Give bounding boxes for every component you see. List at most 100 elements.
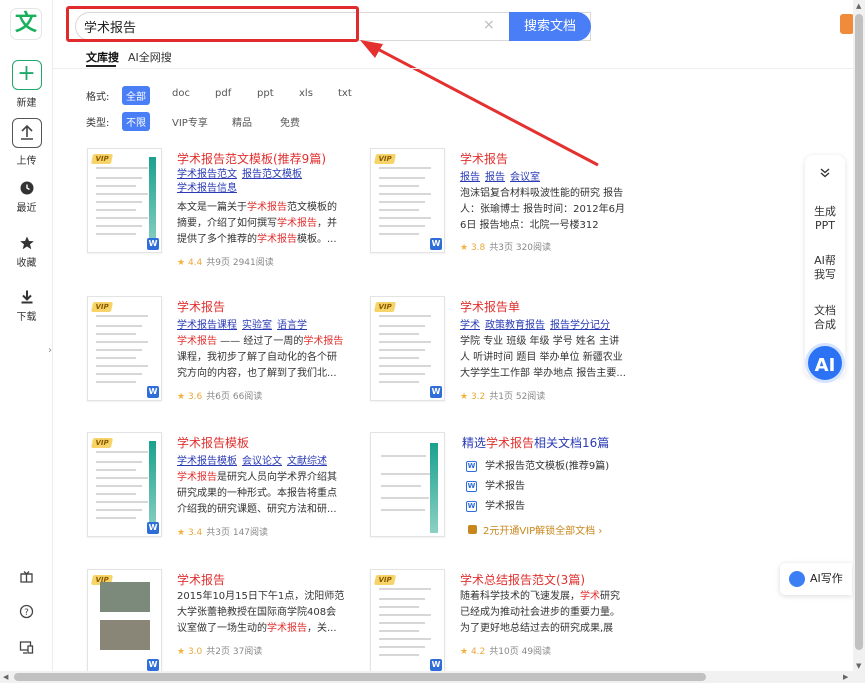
tag-link[interactable]: 报告范文模板 [242, 169, 302, 180]
document-thumbnail[interactable]: VIP W [87, 148, 162, 253]
app-logo[interactable]: 文 [10, 8, 42, 40]
type-option-premium[interactable]: 精品 [232, 114, 252, 129]
format-option-ppt[interactable]: ppt [257, 88, 274, 99]
related-docs-title[interactable]: 精选学术报告相关文档16篇 [462, 434, 609, 451]
tag-link[interactable]: 学术报告模板 [177, 456, 237, 467]
tag-link[interactable]: 会议论文 [242, 456, 282, 467]
vertical-scrollbar-thumb[interactable] [855, 14, 863, 650]
type-option-free[interactable]: 免费 [280, 114, 300, 129]
result-description: 2015年10月15日下午1点，沈阳师范大学张蕾艳教授在国际商学院408会议室做… [177, 591, 345, 634]
scroll-right-icon[interactable]: ▶ [843, 673, 848, 681]
ai-help-write-button[interactable]: AI帮我写 [805, 254, 845, 282]
result-title[interactable]: 学术报告 [177, 571, 225, 588]
tag-link[interactable]: 会议室 [510, 172, 540, 183]
result-meta: ★ 4.4 共9页 2941阅读 [177, 258, 274, 268]
gift-icon[interactable] [19, 569, 34, 584]
document-thumbnail[interactable]: VIP W [87, 432, 162, 537]
document-thumbnail[interactable]: VIP W [370, 296, 445, 401]
result-tags: 学术报告课程 实验室 语言学 [177, 316, 312, 331]
result-tags: 报告 报告 会议室 [460, 168, 545, 183]
vip-badge: VIP [373, 302, 397, 312]
search-button[interactable]: 搜索文档 [509, 12, 591, 41]
ai-assistant-button[interactable]: AI [805, 343, 845, 383]
document-thumbnail[interactable]: VIP W [370, 569, 445, 674]
result-description: 泡沫铝复合材料吸波性能的研究 报告人：张瑜博士 报告时间：2012年6月6日 报… [460, 188, 625, 231]
result-meta: ★ 3.0 共2页 37阅读 [177, 647, 263, 657]
generate-ppt-button[interactable]: 生成PPT [805, 205, 845, 233]
vip-badge: VIP [373, 575, 397, 585]
tag-link[interactable]: 学术报告信息 [177, 183, 237, 194]
rating-star-icon: ★ [460, 392, 471, 402]
tag-link[interactable]: 学术 [460, 320, 480, 331]
tag-link[interactable]: 报告 [485, 172, 505, 183]
result-title[interactable]: 学术报告模板 [177, 434, 249, 451]
type-filter-label: 类型: [86, 118, 110, 129]
result-title[interactable]: 学术报告单 [460, 298, 520, 315]
scroll-down-icon[interactable]: ▼ [856, 662, 861, 670]
horizontal-scrollbar-thumb[interactable] [14, 673, 706, 681]
sidebar: 文 + 新建 上传 最近 收藏 下载 ? [0, 0, 53, 683]
document-thumbnail[interactable]: VIP W [370, 148, 445, 253]
related-doc-item[interactable]: W 学术报告范文模板(推荐9篇) [466, 457, 609, 472]
sidebar-item-recent[interactable]: 最近 [0, 180, 53, 214]
scroll-left-icon[interactable]: ◀ [3, 673, 8, 681]
rating-star-icon: ★ [177, 392, 188, 402]
format-option-doc[interactable]: doc [172, 88, 190, 99]
result-description: 学术报告是研究人员向学术界介绍其研究成果的一种形式。本报告将重点介绍我的研究课题… [177, 472, 337, 515]
tag-link[interactable]: 学术报告范文 [177, 169, 237, 180]
word-doc-icon: W [147, 386, 159, 398]
sidebar-collapse-handle[interactable]: › [48, 345, 58, 369]
tag-link[interactable]: 文献综述 [287, 456, 327, 467]
sidebar-item-favorites[interactable]: 收藏 [0, 235, 53, 269]
clear-icon[interactable]: × [483, 17, 495, 33]
result-meta: ★ 3.4 共3页 147阅读 [177, 528, 269, 538]
tab-ai-web-search[interactable]: AI全网搜 [128, 49, 172, 65]
document-thumbnail[interactable] [370, 432, 445, 537]
tag-link[interactable]: 语言学 [277, 320, 307, 331]
document-merge-button[interactable]: 文档合成 [805, 304, 845, 332]
result-title[interactable]: 学术报告范文模板(推荐9篇) [177, 150, 326, 167]
format-option-txt[interactable]: txt [338, 88, 352, 99]
tag-link[interactable]: 政策教育报告 [485, 320, 545, 331]
result-title[interactable]: 学术报告 [460, 150, 508, 167]
vip-badge: VIP [90, 438, 114, 448]
sidebar-item-label: 下载 [16, 312, 37, 323]
scroll-up-icon[interactable]: ▲ [856, 2, 861, 10]
format-option-pdf[interactable]: pdf [215, 88, 231, 99]
result-title[interactable]: 学术报告 [177, 298, 225, 315]
device-icon[interactable] [19, 640, 34, 655]
collapse-panel-icon[interactable] [805, 168, 845, 182]
type-option-any[interactable]: 不限 [122, 112, 150, 131]
word-doc-icon: W [147, 659, 159, 671]
ai-write-icon [789, 571, 805, 587]
related-doc-item[interactable]: W 学术报告 [466, 497, 525, 512]
word-doc-icon: W [466, 500, 477, 512]
word-doc-icon: W [430, 659, 442, 671]
sidebar-item-label: 上传 [16, 156, 37, 167]
sidebar-item-label: 新建 [16, 98, 37, 109]
help-icon[interactable]: ? [19, 604, 34, 619]
result-tags: 学术报告模板 会议论文 文献综述 [177, 452, 332, 467]
related-doc-item[interactable]: W 学术报告 [466, 477, 525, 492]
tag-link[interactable]: 实验室 [242, 320, 272, 331]
type-option-vip[interactable]: VIP专享 [172, 114, 208, 129]
sidebar-item-download[interactable]: 下载 [0, 289, 53, 323]
tag-link[interactable]: 学术报告课程 [177, 320, 237, 331]
sidebar-item-upload[interactable]: 上传 [0, 118, 53, 167]
sidebar-item-new[interactable]: + 新建 [0, 60, 53, 109]
tag-link[interactable]: 报告 [460, 172, 480, 183]
document-thumbnail[interactable]: VIP W [87, 296, 162, 401]
result-tags: 学术 政策教育报告 报告学分记分 [460, 316, 615, 331]
tab-library-search[interactable]: 文库搜 [86, 49, 119, 65]
download-icon [21, 290, 32, 304]
result-meta: ★ 3.8 共3页 320阅读 [460, 243, 552, 253]
result-title[interactable]: 学术总结报告范文(3篇) [460, 571, 585, 588]
result-description: 学术报告 —— 经过了一周的学术报告课程，我初步了解了自动化的各个研究方向的内容… [177, 336, 344, 379]
format-option-all[interactable]: 全部 [122, 86, 150, 105]
document-thumbnail[interactable]: VIP W [87, 569, 162, 674]
avatar[interactable] [840, 14, 854, 34]
tag-link[interactable]: 报告学分记分 [550, 320, 610, 331]
format-option-xls[interactable]: xls [299, 88, 313, 99]
vip-unlock-link[interactable]: 2元开通VIP解锁全部文档 › [468, 522, 602, 537]
active-tab-indicator [86, 65, 116, 67]
